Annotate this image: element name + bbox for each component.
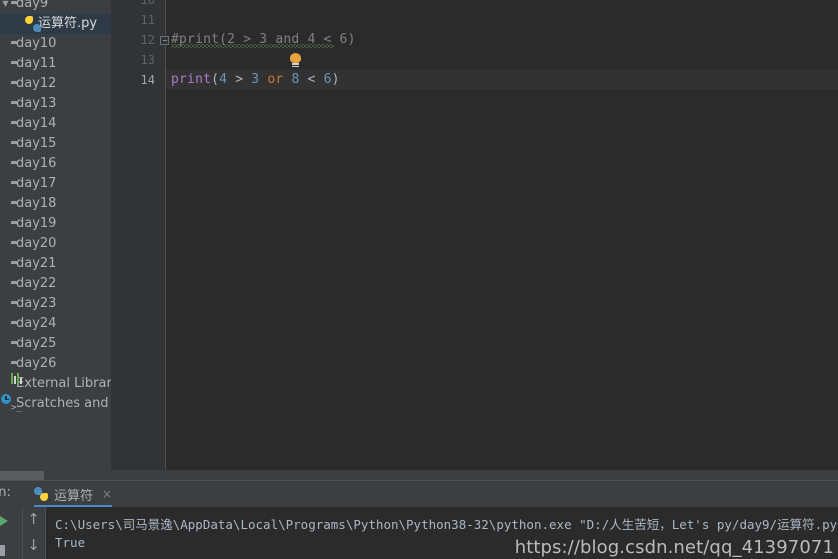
line-number-12: 12 — [140, 33, 155, 47]
tree-item-运算符-py[interactable]: 运算符.py — [0, 14, 111, 34]
tree-item-day23[interactable]: day23 — [0, 294, 111, 314]
line-number-14: 14 — [140, 73, 155, 87]
project-tool-window[interactable]: ▼ day9 运算符.py day10 day11 day12 day13 day14 day1… — [0, 0, 111, 470]
tree-item-label: day25 — [16, 336, 57, 351]
inspection-squiggle — [171, 44, 334, 48]
tree-item-label: day13 — [16, 96, 57, 111]
code-token: 6 — [323, 72, 332, 87]
tree-item-day22[interactable]: day22 — [0, 274, 111, 294]
line-number-13: 13 — [140, 53, 155, 67]
tree-item-day18[interactable]: day18 — [0, 194, 111, 214]
tree-item-label: day22 — [16, 276, 57, 291]
console-line-2: True — [55, 535, 86, 550]
tree-item-label: day12 — [16, 76, 57, 91]
code-token: > — [227, 72, 252, 87]
tree-item-label: day23 — [16, 296, 57, 311]
run-toolbar-divider-1 — [22, 507, 23, 559]
line-number-10: 10 — [140, 0, 155, 7]
ide-window: ▼ day9 运算符.py day10 day11 day12 day13 day14 day1… — [0, 0, 838, 559]
code-token: < — [299, 72, 324, 87]
code-token: ( — [211, 72, 220, 87]
tree-item-label: day15 — [16, 136, 57, 151]
lightbulb-glass — [290, 53, 301, 63]
tree-item-label: day24 — [16, 316, 57, 331]
tree-item-label: day14 — [16, 116, 57, 131]
tree-item-label: External Librarie — [16, 376, 111, 391]
sidebar-scrollbar-thumb[interactable] — [0, 471, 44, 480]
close-icon[interactable]: × — [102, 488, 112, 500]
tree-item-label: day11 — [16, 56, 57, 71]
tree-item-day12[interactable]: day12 — [0, 74, 111, 94]
lightbulb-icon[interactable] — [289, 53, 302, 67]
code-token: print — [171, 72, 212, 87]
tree-item-label: day10 — [16, 36, 57, 51]
tree-item-day15[interactable]: day15 — [0, 134, 111, 154]
tree-item-day21[interactable]: day21 — [0, 254, 111, 274]
watermark-text: https://blog.csdn.net/qq_41397071 — [514, 537, 834, 558]
stop-icon[interactable] — [0, 545, 5, 556]
tree-item-label: day20 — [16, 236, 57, 251]
code-editor[interactable]: 10 11 12 13 14 #print(2 > 3 and 4 < 6) print(… — [111, 0, 838, 470]
tree-item-day9[interactable]: ▼ day9 — [0, 0, 111, 14]
line-number-11: 11 — [140, 13, 155, 27]
run-toolbar[interactable]: ↑ ↓ — [0, 507, 46, 559]
tree-item-day16[interactable]: day16 — [0, 154, 111, 174]
tree-item-day10[interactable]: day10 — [0, 34, 111, 54]
tree-item-day20[interactable]: day20 — [0, 234, 111, 254]
run-icon[interactable] — [0, 516, 8, 526]
tree-item-day26[interactable]: day26 — [0, 354, 111, 374]
chevron-down-icon[interactable]: ▼ — [0, 0, 11, 14]
tree-item-day11[interactable]: day11 — [0, 54, 111, 74]
tree-item-day25[interactable]: day25 — [0, 334, 111, 354]
tree-item-day24[interactable]: day24 — [0, 314, 111, 334]
fold-collapse-icon[interactable] — [160, 36, 169, 45]
editor-gutter[interactable]: 10 11 12 13 14 — [111, 0, 166, 470]
tree-item-label: day19 — [16, 216, 57, 231]
lightbulb-base-1 — [292, 63, 299, 65]
python-file-icon — [34, 487, 48, 501]
tree-item-label: Scratches and C — [16, 396, 111, 411]
run-tab-bar[interactable]: un: 运算符 × — [0, 481, 838, 507]
tree-item-label: 运算符.py — [38, 16, 98, 31]
run-tab-label: 运算符 — [54, 488, 94, 504]
tree-item-label: day18 — [16, 196, 57, 211]
code-token: 4 — [219, 72, 228, 87]
tree-item-label: day17 — [16, 176, 57, 191]
scroll-up-icon[interactable]: ↑ — [27, 511, 40, 527]
tree-item-label: day9 — [16, 0, 49, 11]
code-token: ) — [331, 72, 340, 87]
tree-item-day13[interactable]: day13 — [0, 94, 111, 114]
code-token: or — [267, 72, 284, 87]
tree-item-label: day21 — [16, 256, 57, 271]
tree-item-day17[interactable]: day17 — [0, 174, 111, 194]
tree-item-Scratches-and-C[interactable]: >_Scratches and C — [0, 394, 111, 414]
scroll-down-icon[interactable]: ↓ — [27, 537, 40, 553]
tree-item-day19[interactable]: day19 — [0, 214, 111, 234]
tree-item-label: day26 — [16, 356, 57, 371]
run-tab-运算符[interactable]: 运算符 × — [26, 481, 120, 507]
console-line-1: C:\Users\司马景逸\AppData\Local\Programs\Pyt… — [55, 517, 838, 532]
lightbulb-base-2 — [292, 65, 299, 67]
run-window-label: un: — [0, 485, 11, 500]
tree-item-External-Librarie[interactable]: External Librarie — [0, 373, 111, 394]
tree-item-day14[interactable]: day14 — [0, 114, 111, 134]
code-line-14[interactable]: print(4 > 3 or 8 < 6) — [171, 72, 340, 87]
tree-item-label: day16 — [16, 156, 57, 171]
run-tool-window: un: 运算符 × ↑ ↓ C:\Users\司马景逸\AppData\Loca… — [0, 481, 838, 559]
